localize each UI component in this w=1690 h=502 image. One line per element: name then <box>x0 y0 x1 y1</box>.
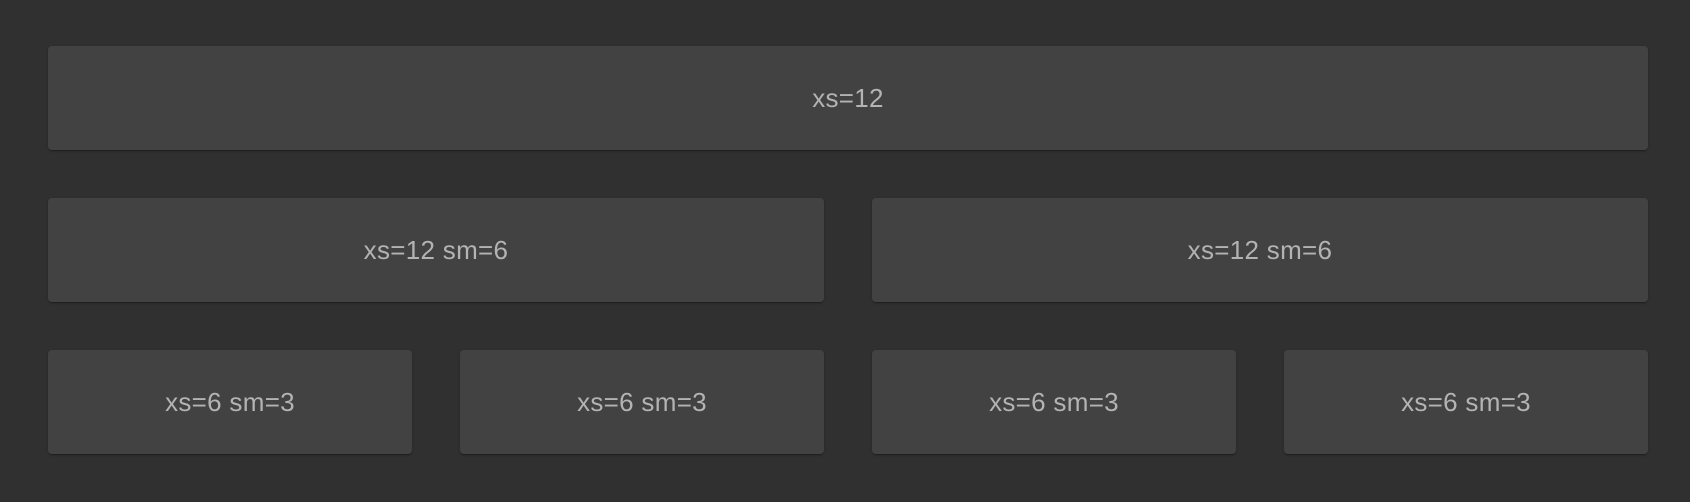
grid-item-label: xs=6 sm=3 <box>577 386 707 417</box>
grid-item-xs6-sm3: xs=6 sm=3 <box>1284 350 1648 454</box>
grid-item-xs12-sm6: xs=12 sm=6 <box>48 198 824 302</box>
grid-item-xs6-sm3: xs=6 sm=3 <box>872 350 1236 454</box>
grid-item-label: xs=12 <box>812 82 884 113</box>
grid-item-label: xs=6 sm=3 <box>989 386 1119 417</box>
grid-item-label: xs=12 sm=6 <box>363 234 509 265</box>
grid-item-xs12: xs=12 <box>48 46 1648 150</box>
grid-item-xs6-sm3: xs=6 sm=3 <box>460 350 824 454</box>
grid-item-label: xs=12 sm=6 <box>1187 234 1333 265</box>
grid-container: xs=12 xs=12 sm=6 xs=12 sm=6 xs=6 sm=3 xs… <box>0 0 1690 502</box>
grid-item-xs12-sm6: xs=12 sm=6 <box>872 198 1648 302</box>
grid-item-label: xs=6 sm=3 <box>1401 386 1531 417</box>
grid-item-label: xs=6 sm=3 <box>165 386 295 417</box>
grid-item-xs6-sm3: xs=6 sm=3 <box>48 350 412 454</box>
